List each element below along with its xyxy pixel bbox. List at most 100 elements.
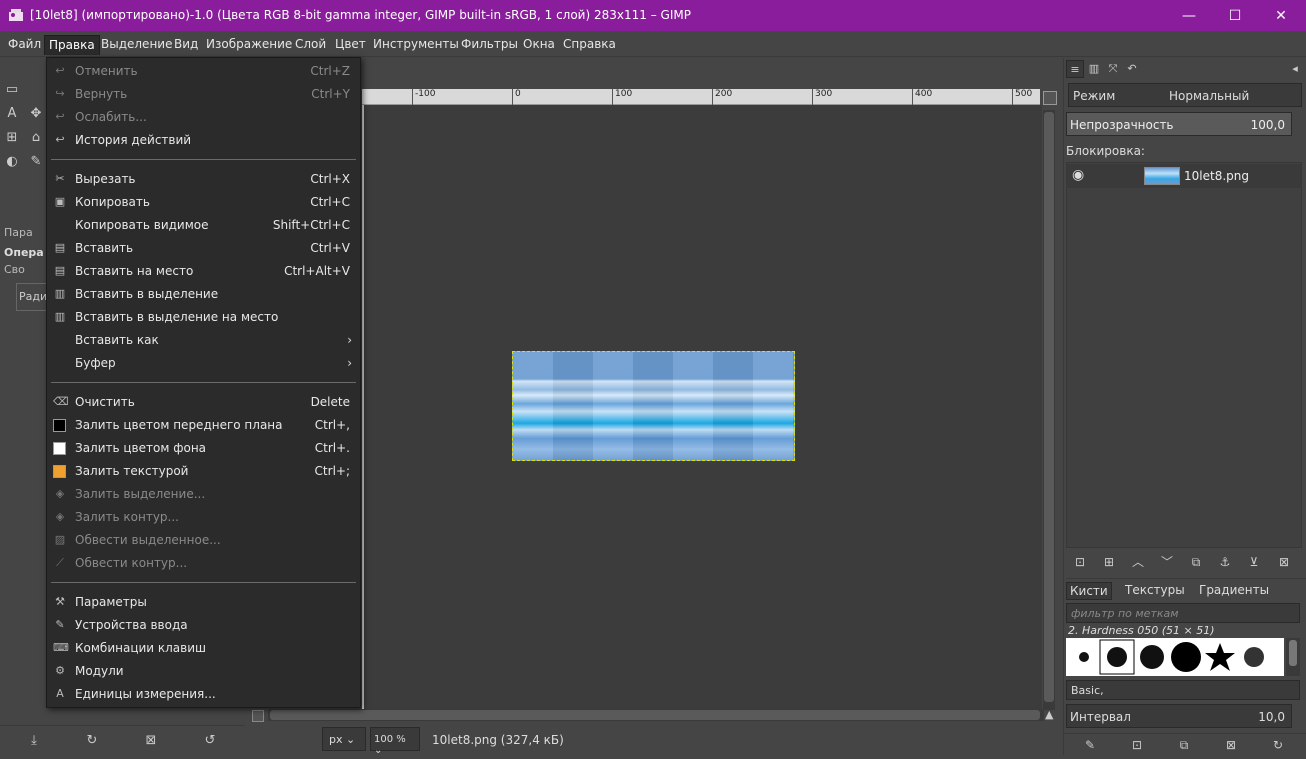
horizontal-scrollbar[interactable] xyxy=(268,709,1044,721)
menu-item-10[interactable]: ▥ Вставить в выделение на место xyxy=(47,306,360,329)
opacity-value: 100,0 xyxy=(1250,118,1285,132)
menu-item-7[interactable]: ▤ Вставить Ctrl+V xyxy=(47,237,360,260)
opacity-slider[interactable]: Непрозрачность 100,0 xyxy=(1066,112,1292,136)
visibility-eye-icon[interactable]: ◉ xyxy=(1072,167,1084,183)
tool-options-tab[interactable]: Пара xyxy=(4,226,33,239)
menu-item-13[interactable]: ⌫ Очистить Delete xyxy=(47,391,360,414)
brush-grid[interactable] xyxy=(1066,638,1284,676)
crop-tool-icon[interactable]: ⊞ xyxy=(2,128,22,148)
text-tool-icon[interactable]: A xyxy=(2,104,22,124)
spacing-slider[interactable]: Интервал 10,0 xyxy=(1066,704,1292,728)
delete-preset-icon[interactable]: ⊠ xyxy=(143,734,159,748)
tag-filter-input[interactable]: фильтр по меткам xyxy=(1066,603,1300,623)
menu-item-16[interactable]: Залить текстурой Ctrl+; xyxy=(47,460,360,483)
menu-item-25[interactable]: A Единицы измерения... xyxy=(47,683,360,706)
paste-into-in-place-icon: ▥ xyxy=(54,310,66,323)
maximize-button[interactable]: ☐ xyxy=(1212,0,1258,31)
menu-select[interactable]: Выделение xyxy=(97,35,176,55)
menu-item-20: ⟋ Обвести контур... xyxy=(47,552,360,575)
menu-tools[interactable]: Инструменты xyxy=(369,35,463,55)
navigate-icon[interactable]: ▲ xyxy=(1045,708,1057,721)
fg-fill-icon xyxy=(53,419,66,432)
menu-item-15[interactable]: Залить цветом фона Ctrl+. xyxy=(47,437,360,460)
dock-menu-icon[interactable]: ◂ xyxy=(1286,60,1304,78)
image-layer[interactable] xyxy=(512,351,795,461)
restore-preset-icon[interactable]: ↻ xyxy=(84,734,100,748)
fill-tool-icon[interactable]: ◐ xyxy=(2,152,22,172)
menu-help[interactable]: Справка xyxy=(559,35,620,55)
menu-item-24[interactable]: ⚙ Модули xyxy=(47,660,360,683)
brush-hardness-100-icon xyxy=(1171,642,1201,672)
delete-layer-icon[interactable]: ⊠ xyxy=(1276,554,1292,570)
minimize-button[interactable]: — xyxy=(1166,0,1212,31)
menu-item-11[interactable]: Вставить как › xyxy=(47,329,360,352)
merge-layer-icon[interactable]: ⊻ xyxy=(1246,554,1262,570)
menu-item-22[interactable]: ✎ Устройства ввода xyxy=(47,614,360,637)
duplicate-brush-icon[interactable]: ⧉ xyxy=(1176,738,1192,752)
menu-item-4[interactable]: ✂ Вырезать Ctrl+X xyxy=(47,168,360,191)
refresh-brushes-icon[interactable]: ↻ xyxy=(1270,738,1286,752)
units-icon: A xyxy=(56,687,64,700)
raise-layer-icon[interactable]: ︿ xyxy=(1130,554,1146,570)
layer-list xyxy=(1066,162,1302,548)
menu-filters[interactable]: Фильтры xyxy=(457,35,522,55)
paste-into-icon: ▥ xyxy=(54,287,66,300)
menu-item-21[interactable]: ⚒ Параметры xyxy=(47,591,360,614)
menu-item-14[interactable]: Залить цветом переднего плана Ctrl+, xyxy=(47,414,360,437)
reset-preset-icon[interactable]: ↺ xyxy=(202,734,218,748)
layers-tab-icon[interactable]: ≡ xyxy=(1066,60,1084,78)
brushes-tab[interactable]: Кисти xyxy=(1066,582,1112,600)
close-button[interactable]: ✕ xyxy=(1258,0,1304,31)
brush-scrollbar[interactable] xyxy=(1286,638,1300,676)
menu-windows[interactable]: Окна xyxy=(519,35,559,55)
mode-select[interactable]: Режим Нормальный xyxy=(1068,83,1302,107)
menu-item-label: История действий xyxy=(75,133,192,147)
unit-value: px xyxy=(329,733,343,746)
transform-tool-icon[interactable]: ⌂ xyxy=(26,128,46,148)
menu-item-19: ▨ Обвести выделенное... xyxy=(47,529,360,552)
menu-item-23[interactable]: ⌨ Комбинации клавиш xyxy=(47,637,360,660)
menu-colors[interactable]: Цвет xyxy=(331,35,370,55)
menu-edit[interactable]: Правка xyxy=(44,35,100,55)
save-preset-icon[interactable]: ⤓ xyxy=(26,734,42,748)
vertical-scrollbar[interactable] xyxy=(1043,110,1055,710)
channels-tab-icon[interactable]: ▥ xyxy=(1085,60,1103,78)
menu-item-9[interactable]: ▥ Вставить в выделение xyxy=(47,283,360,306)
brush-set-select[interactable]: Basic, xyxy=(1066,680,1300,700)
layer-row[interactable]: ◉ 10let8.png xyxy=(1066,164,1302,188)
quick-mask-button[interactable] xyxy=(252,710,264,722)
gradients-tab[interactable]: Градиенты xyxy=(1196,582,1272,600)
menu-view[interactable]: Вид xyxy=(170,35,202,55)
zoom-to-fit-button[interactable] xyxy=(1043,91,1057,105)
unit-select[interactable]: px ⌄ xyxy=(322,727,366,751)
move-tool-icon[interactable]: ✥ xyxy=(26,104,46,124)
paths-tab-icon[interactable]: ⤧ xyxy=(1104,60,1122,78)
new-brush-icon[interactable]: ⊡ xyxy=(1129,738,1145,752)
menu-file[interactable]: Файл xyxy=(4,35,45,55)
paint-tool-icon[interactable]: ✎ xyxy=(26,152,46,172)
zoom-select[interactable]: 100 % ⌄ xyxy=(370,727,420,756)
menu-item-6[interactable]: Копировать видимое Shift+Ctrl+C xyxy=(47,214,360,237)
anchor-layer-icon[interactable]: ⚓ xyxy=(1217,554,1233,570)
edit-brush-icon[interactable]: ✎ xyxy=(1082,738,1098,752)
patterns-tab[interactable]: Текстуры xyxy=(1122,582,1188,600)
undo-tab-icon[interactable]: ↶ xyxy=(1123,60,1141,78)
spacing-value: 10,0 xyxy=(1258,710,1285,724)
mode-label: Режим xyxy=(1073,89,1116,103)
menu-image[interactable]: Изображение xyxy=(202,35,296,55)
rect-select-tool-icon[interactable]: ▭ xyxy=(2,80,22,100)
lower-layer-icon[interactable]: ﹀ xyxy=(1159,554,1175,570)
duplicate-layer-icon[interactable]: ⧉ xyxy=(1188,554,1204,570)
menu-item-8[interactable]: ▤ Вставить на место Ctrl+Alt+V xyxy=(47,260,360,283)
new-layer-icon[interactable]: ⊡ xyxy=(1072,554,1088,570)
new-layer-group-icon[interactable]: ⊞ xyxy=(1101,554,1117,570)
menu-layer[interactable]: Слой xyxy=(291,35,330,55)
menu-item-5[interactable]: ▣ Копировать Ctrl+C xyxy=(47,191,360,214)
status-bar: px ⌄ 100 % ⌄ 10let8.png (327,4 кБ) xyxy=(246,725,1062,756)
menu-item-label: Залить текстурой xyxy=(75,464,189,478)
delete-brush-icon[interactable]: ⊠ xyxy=(1223,738,1239,752)
menu-item-12[interactable]: Буфер › xyxy=(47,352,360,375)
menu-item-shortcut: Ctrl+X xyxy=(310,172,350,186)
menu-item-shortcut: Shift+Ctrl+C xyxy=(272,218,350,232)
menu-item-3[interactable]: ↩ История действий xyxy=(47,129,360,152)
